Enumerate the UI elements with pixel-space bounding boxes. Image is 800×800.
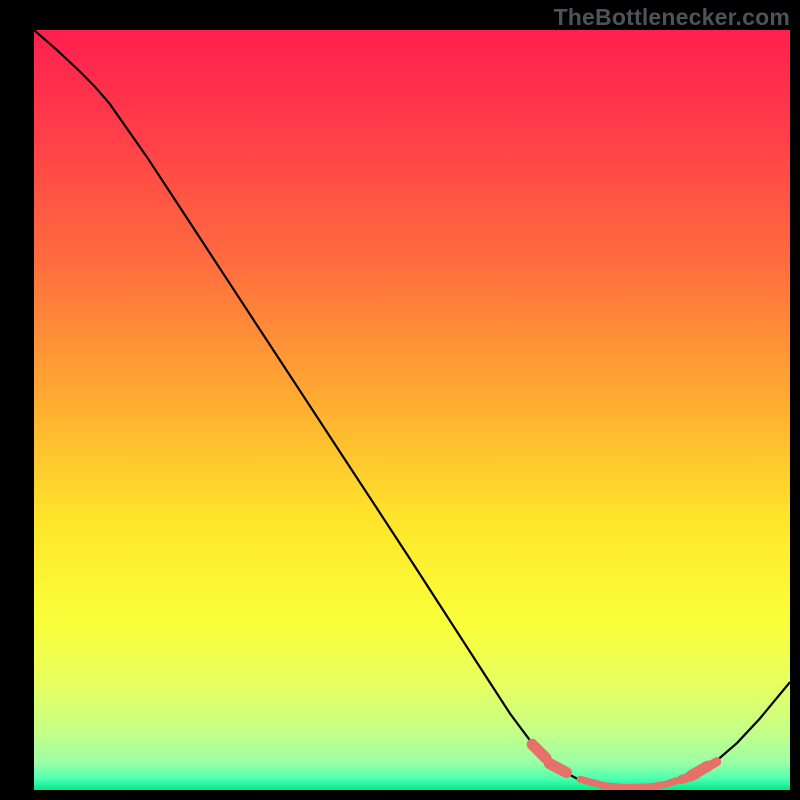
marker-point [666,781,677,785]
chart-frame: TheBottlenecker.com [0,0,800,800]
watermark-text: TheBottlenecker.com [554,4,790,31]
bottleneck-curve-plot [0,0,800,800]
gradient-background [34,30,790,790]
